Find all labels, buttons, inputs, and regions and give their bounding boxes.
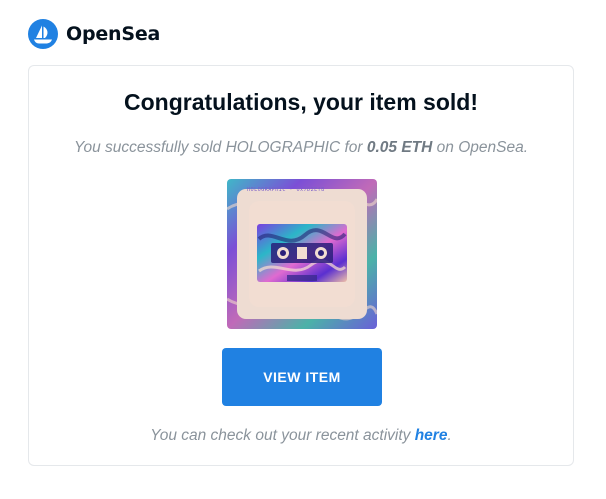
- footer-suffix: .: [447, 427, 452, 444]
- svg-text:HOLOGRAPHIC · 0x7D2Ef8: HOLOGRAPHIC · 0x7D2Ef8: [247, 187, 325, 193]
- summary-prefix: You successfully sold HOLOGRAPHIC for: [73, 139, 367, 156]
- sale-notification-card: Congratulations, your item sold! You suc…: [28, 65, 574, 466]
- holographic-cassette-artwork-icon: HOLOGRAPHIC · 0x7D2Ef8: [227, 179, 377, 329]
- sale-amount: 0.05 ETH: [366, 139, 433, 156]
- recent-activity-note: You can check out your recent activity h…: [29, 427, 573, 445]
- opensea-logo-icon: [28, 19, 58, 49]
- footer-prefix: You can check out your recent activity: [150, 427, 415, 444]
- summary-suffix: on OpenSea.: [432, 139, 529, 156]
- headline: Congratulations, your item sold!: [124, 89, 478, 115]
- view-item-button[interactable]: VIEW ITEM: [222, 348, 382, 406]
- recent-activity-link[interactable]: here: [415, 427, 448, 444]
- item-image[interactable]: HOLOGRAPHIC · 0x7D2Ef8: [227, 179, 377, 329]
- brand-name: OpenSea: [66, 23, 161, 45]
- sale-summary: You successfully sold HOLOGRAPHIC for 0.…: [29, 139, 573, 157]
- brand-header[interactable]: OpenSea: [28, 18, 160, 50]
- email-page: OpenSea Congratulations, your item sold!…: [0, 0, 606, 499]
- artwork-border-text: HOLOGRAPHIC · 0x7D2Ef8: [247, 187, 324, 193]
